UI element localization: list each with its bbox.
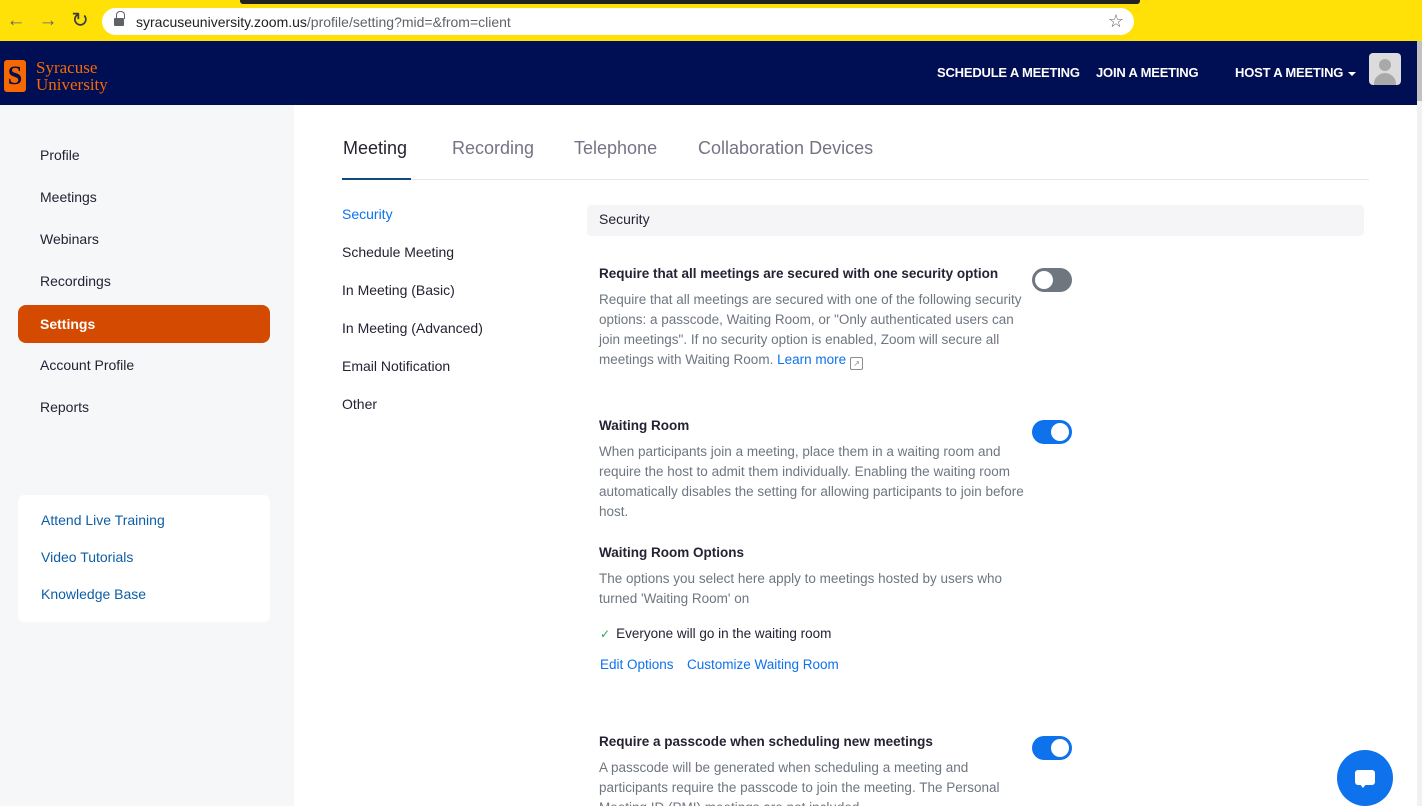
join-meeting-link[interactable]: JOIN A MEETING <box>1096 65 1199 80</box>
user-avatar[interactable] <box>1369 53 1401 85</box>
page-scrollbar[interactable] <box>1417 41 1422 806</box>
passcode-toggle[interactable] <box>1032 736 1072 760</box>
browser-tab-strip <box>240 0 1140 4</box>
sidebar-item-profile[interactable]: Profile <box>18 136 270 174</box>
forward-arrow-icon[interactable]: → <box>36 9 60 33</box>
subnav-in-meeting-advanced[interactable]: In Meeting (Advanced) <box>342 320 483 336</box>
waiting-room-selected-option: ✓ Everyone will go in the waiting room <box>600 626 832 641</box>
sidebar-item-webinars[interactable]: Webinars <box>18 220 270 258</box>
syracuse-logo-icon[interactable]: S <box>4 60 26 92</box>
tab-recording[interactable]: Recording <box>452 138 534 159</box>
waiting-room-title: Waiting Room <box>599 418 690 433</box>
help-links-card: Attend Live Training Video Tutorials Kno… <box>18 495 270 622</box>
subnav-other[interactable]: Other <box>342 396 377 412</box>
back-arrow-icon[interactable]: ← <box>4 9 28 33</box>
sidebar-item-reports[interactable]: Reports <box>18 388 270 426</box>
subnav-in-meeting-basic[interactable]: In Meeting (Basic) <box>342 282 455 298</box>
left-sidebar: Profile Meetings Webinars Recordings Set… <box>0 105 294 806</box>
customize-waiting-room-link[interactable]: Customize Waiting Room <box>687 657 839 672</box>
tab-collaboration-devices[interactable]: Collaboration Devices <box>698 138 873 159</box>
subnav-email-notification[interactable]: Email Notification <box>342 358 450 374</box>
chat-support-button[interactable] <box>1337 750 1393 806</box>
secure-option-description: Require that all meetings are secured wi… <box>599 292 1022 370</box>
tab-telephone[interactable]: Telephone <box>574 138 657 159</box>
section-title: Security <box>587 205 1364 236</box>
video-tutorials-link[interactable]: Video Tutorials <box>41 549 133 565</box>
subnav-security[interactable]: Security <box>342 206 393 222</box>
url-text[interactable]: syracuseuniversity.zoom.us/profile/setti… <box>136 14 511 30</box>
sidebar-item-recordings[interactable]: Recordings <box>18 262 270 300</box>
waiting-room-description: When participants join a meeting, place … <box>599 444 1024 519</box>
university-logo-text[interactable]: Syracuse University <box>36 59 108 93</box>
checkmark-icon: ✓ <box>600 627 611 641</box>
schedule-meeting-link[interactable]: SCHEDULE A MEETING <box>937 65 1080 80</box>
external-link-icon: ↗ <box>850 357 864 370</box>
tab-divider <box>342 179 1369 180</box>
address-bar[interactable]: syracuseuniversity.zoom.us/profile/setti… <box>102 8 1134 35</box>
attend-live-training-link[interactable]: Attend Live Training <box>41 512 165 528</box>
host-meeting-dropdown[interactable]: HOST A MEETING <box>1235 65 1357 80</box>
lock-icon <box>114 11 125 27</box>
site-header: S Syracuse University SCHEDULE A MEETING… <box>0 41 1422 105</box>
passcode-title: Require a passcode when scheduling new m… <box>599 734 933 749</box>
bookmark-star-icon[interactable]: ☆ <box>1108 11 1124 32</box>
passcode-description: A passcode will be generated when schedu… <box>599 760 1000 806</box>
caret-down-icon <box>1348 71 1357 76</box>
tab-meeting[interactable]: Meeting <box>343 138 407 159</box>
active-tab-indicator <box>342 178 411 180</box>
reload-icon[interactable]: ↻ <box>68 9 92 33</box>
waiting-room-options-description: The options you select here apply to mee… <box>599 571 1002 606</box>
sidebar-item-account-profile[interactable]: Account Profile <box>18 346 270 384</box>
subnav-schedule-meeting[interactable]: Schedule Meeting <box>342 244 454 260</box>
secure-option-toggle[interactable] <box>1032 268 1072 292</box>
learn-more-link[interactable]: Learn more <box>777 352 846 367</box>
sidebar-item-meetings[interactable]: Meetings <box>18 178 270 216</box>
secure-option-title: Require that all meetings are secured wi… <box>599 266 999 281</box>
edit-options-link[interactable]: Edit Options <box>600 657 674 672</box>
waiting-room-options-title: Waiting Room Options <box>599 545 744 560</box>
sidebar-item-settings[interactable]: Settings <box>18 305 270 343</box>
waiting-room-toggle[interactable] <box>1032 420 1072 444</box>
browser-toolbar: ← → ↻ syracuseuniversity.zoom.us/profile… <box>0 0 1422 41</box>
knowledge-base-link[interactable]: Knowledge Base <box>41 586 146 602</box>
